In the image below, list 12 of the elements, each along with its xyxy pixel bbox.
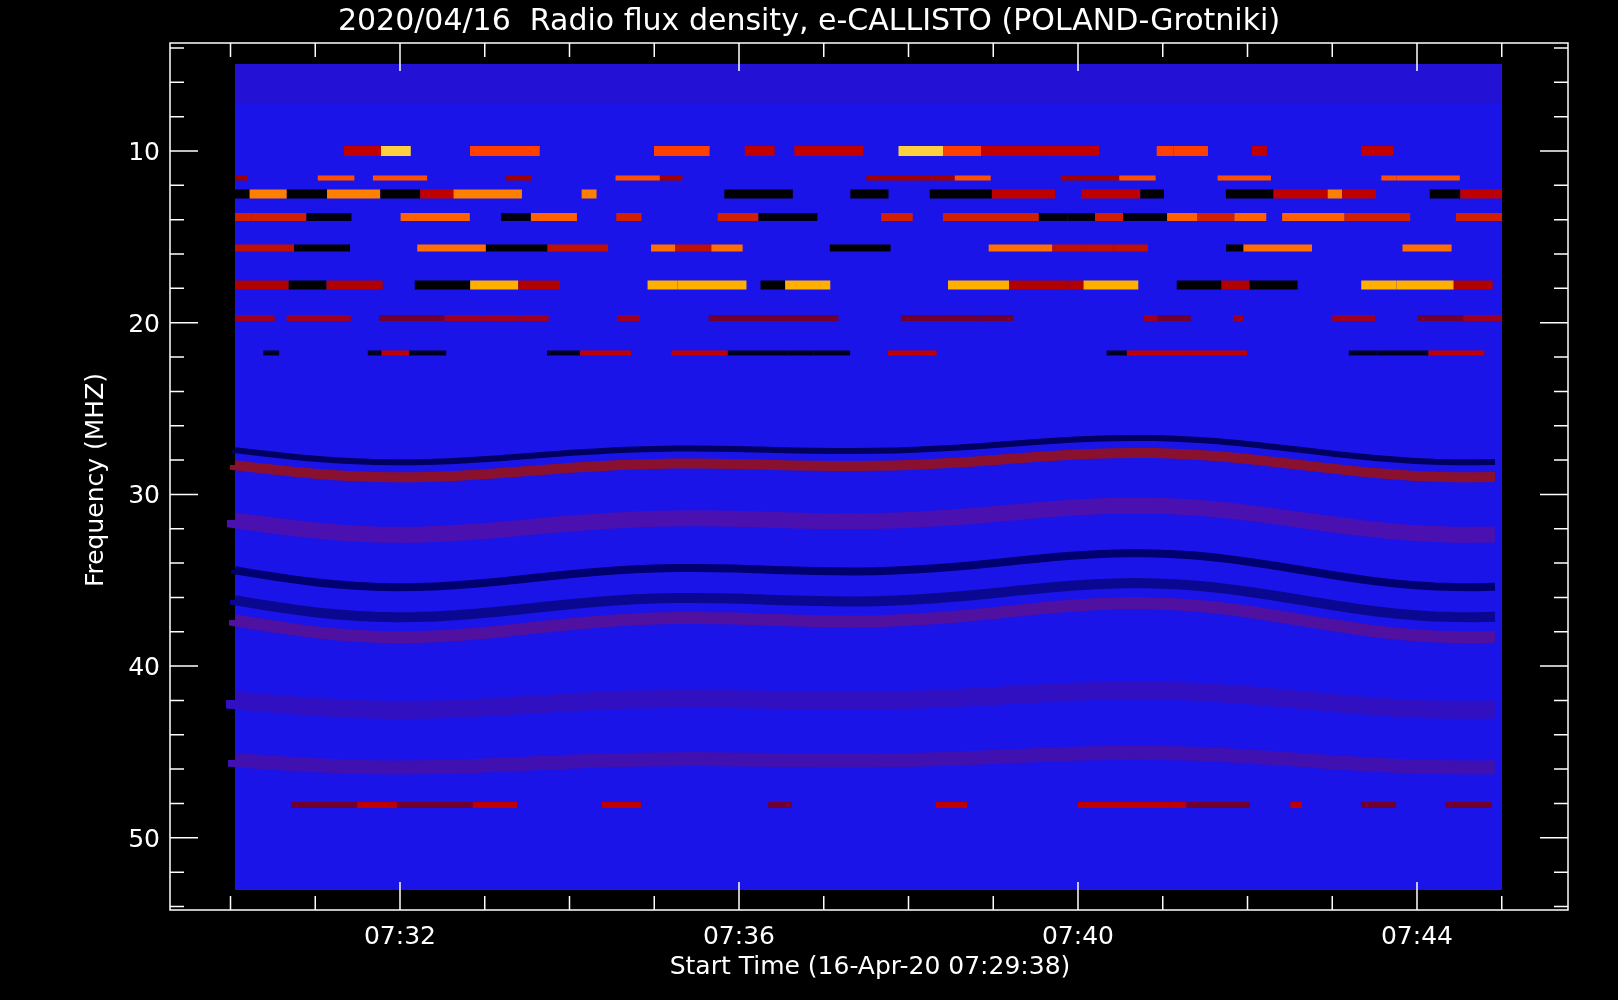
- axis-label: Start Time (16-Apr-20 07:29:38): [669, 951, 1071, 980]
- tick-label: 20: [128, 308, 160, 338]
- tick-label: 10: [128, 137, 160, 166]
- tick-label: 07:36: [703, 921, 775, 950]
- tick-label: 07:44: [1381, 921, 1453, 950]
- axis-label: Frequency (MHZ): [80, 372, 109, 588]
- tick-label: 40: [128, 652, 160, 682]
- chart-title: 2020/04/16 Radio flux density, e-CALLISTO (POLAND-Grotniki): [337, 2, 1281, 37]
- tick-label: 07:32: [364, 921, 436, 950]
- tick-label: 07:40: [1042, 921, 1114, 950]
- tick-label: 50: [128, 823, 160, 853]
- tick-label: 30: [128, 480, 160, 510]
